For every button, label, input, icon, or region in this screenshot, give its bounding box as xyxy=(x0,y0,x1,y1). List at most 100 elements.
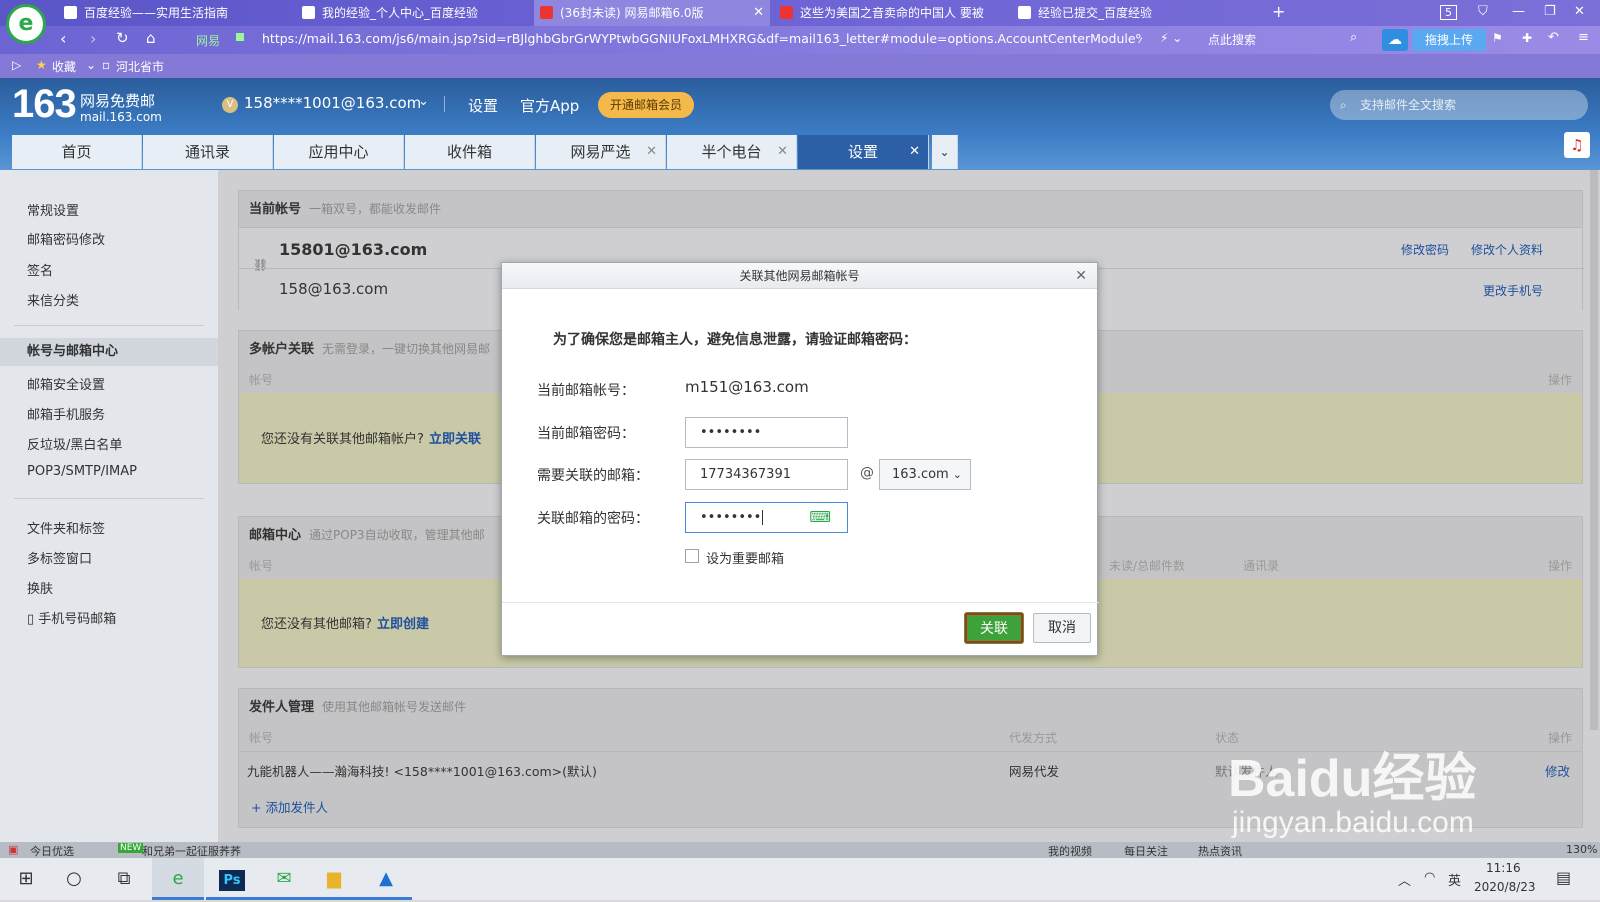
zoom-level[interactable]: 130% xyxy=(1566,843,1597,856)
sidebar-item-filters[interactable]: 来信分类 xyxy=(27,290,79,309)
photos-taskbar-icon[interactable]: ▲ xyxy=(360,858,412,900)
windows-start-icon[interactable]: ⊞ xyxy=(0,858,52,900)
change-password-link[interactable]: 修改密码 xyxy=(1401,241,1449,258)
cloud-icon[interactable]: ☁ xyxy=(1382,29,1408,51)
status-link[interactable]: 我的视频 xyxy=(1048,843,1092,859)
sidebar-item-signature[interactable]: 签名 xyxy=(27,260,53,279)
home-icon[interactable]: ⌂ xyxy=(146,29,156,47)
status-link[interactable]: 每日关注 xyxy=(1124,843,1168,859)
close-icon[interactable]: ✕ xyxy=(1075,263,1087,289)
browser-logo-icon[interactable]: e xyxy=(6,4,46,44)
browser-tab[interactable]: 经验已提交_百度经验 xyxy=(1012,0,1246,26)
chevron-down-icon[interactable]: ⌄ xyxy=(418,94,429,109)
bookmark-favorites[interactable]: 收藏 xyxy=(52,58,76,75)
task-view-icon[interactable]: ⧉ xyxy=(98,858,150,900)
close-icon[interactable]: ✕ xyxy=(646,135,657,169)
tab-home[interactable]: 首页 xyxy=(12,135,142,169)
clock-time[interactable]: 11:16 xyxy=(1486,861,1521,875)
close-tab-icon[interactable]: ✕ xyxy=(753,0,764,26)
flag-icon[interactable]: ⚑ xyxy=(1492,31,1503,45)
forward-icon[interactable]: › xyxy=(90,29,96,48)
sidebar-item-general[interactable]: 常规设置 xyxy=(27,200,79,219)
status-link[interactable]: 热点资讯 xyxy=(1198,843,1242,859)
link-password-input[interactable]: •••••••• ⌨ xyxy=(685,502,848,533)
sidebar-item-skin[interactable]: 换肤 xyxy=(27,578,53,597)
browser-taskbar-icon[interactable]: e xyxy=(152,858,204,900)
sidebar-item-password[interactable]: 邮箱密码修改 xyxy=(27,229,105,248)
sidebar-item-folders[interactable]: 文件夹和标签 xyxy=(27,518,105,537)
link-button[interactable]: 关联 xyxy=(965,613,1023,643)
sidebar-item-spam[interactable]: 反垃圾/黑白名单 xyxy=(27,434,122,453)
keyboard-icon[interactable]: ⌨ xyxy=(809,503,831,532)
tab-count-badge[interactable]: 5 xyxy=(1440,5,1457,20)
close-icon[interactable]: ✕ xyxy=(777,135,788,169)
tab-inbox[interactable]: 收件箱 xyxy=(405,135,535,169)
sidebar-item-account-center[interactable]: 帐号与邮箱中心 xyxy=(0,338,218,366)
back-icon[interactable]: ‹ xyxy=(60,29,66,48)
checkbox-label[interactable]: 设为重要邮箱 xyxy=(706,548,784,567)
search-icon[interactable]: ⌕ xyxy=(1350,30,1357,45)
account-name[interactable]: 158****1001@163.com xyxy=(244,94,421,112)
tab-apps[interactable]: 应用中心 xyxy=(274,135,404,169)
refresh-icon[interactable]: ↻ xyxy=(116,29,129,47)
sidebar-item-security[interactable]: 邮箱安全设置 xyxy=(27,374,105,393)
scrollbar[interactable] xyxy=(1590,170,1598,730)
wifi-icon[interactable]: ◠ xyxy=(1424,870,1435,885)
sidebar-toggle-icon[interactable]: ▷ xyxy=(12,58,21,72)
lightning-icon[interactable]: ⚡ ⌄ xyxy=(1160,31,1182,45)
folder-taskbar-icon[interactable]: ▆ xyxy=(308,858,360,900)
change-phone-link[interactable]: 更改手机号 xyxy=(1483,282,1543,299)
browser-tab[interactable]: 百度经验——实用生活指南 xyxy=(58,0,292,26)
add-sender-link[interactable]: + 添加发件人 xyxy=(251,797,328,816)
status-link[interactable]: 今日优选 xyxy=(30,843,74,859)
skin-icon[interactable]: ⛉ xyxy=(1478,4,1488,19)
photoshop-taskbar-icon[interactable]: Ps xyxy=(206,858,258,900)
chevron-up-icon[interactable]: ︿ xyxy=(1398,870,1411,889)
tab-contacts[interactable]: 通讯录 xyxy=(143,135,273,169)
clock-date[interactable]: 2020/8/23 xyxy=(1474,880,1536,894)
tab-settings[interactable]: 设置 ✕ xyxy=(798,135,929,169)
music-icon[interactable]: ♫ xyxy=(1564,132,1590,158)
url-input[interactable]: https://mail.163.com/js6/main.jsp?sid=rB… xyxy=(262,31,1142,46)
edit-profile-link[interactable]: 修改个人资料 xyxy=(1471,241,1543,258)
link-email-input[interactable]: 17734367391 xyxy=(685,459,848,490)
cancel-button[interactable]: 取消 xyxy=(1033,613,1091,643)
search-circle-icon[interactable]: ○ xyxy=(48,858,100,900)
sidebar-item-pop3[interactable]: POP3/SMTP/IMAP xyxy=(27,464,137,479)
close-window-icon[interactable]: ✕ xyxy=(1574,4,1585,19)
create-now-link[interactable]: 立即创建 xyxy=(377,613,429,632)
current-password-input[interactable]: •••••••• xyxy=(685,417,848,448)
restore-icon[interactable]: ❐ xyxy=(1544,4,1556,19)
close-icon[interactable]: ✕ xyxy=(909,135,920,169)
sidebar-item-phone-mail[interactable]: ▯ 手机号码邮箱 xyxy=(27,608,116,627)
wechat-taskbar-icon[interactable]: ✉ xyxy=(258,858,310,900)
menu-icon[interactable]: ≡ xyxy=(1578,30,1589,45)
search-engine-label[interactable]: 点此搜索 xyxy=(1208,31,1256,48)
bookmark-item[interactable]: 河北省市 xyxy=(116,58,164,75)
domain-select[interactable]: 163.com ⌄ xyxy=(879,459,971,490)
undo-icon[interactable]: ↶ xyxy=(1548,30,1559,45)
mail-search-input[interactable]: ⌕ 支持邮件全文搜索 xyxy=(1330,90,1588,120)
apps-icon[interactable]: ✚ xyxy=(1522,31,1532,45)
sidebar-item-multitab[interactable]: 多标签窗口 xyxy=(27,548,92,567)
chevron-down-icon[interactable]: ⌄ xyxy=(86,58,96,72)
status-link[interactable]: 和兄弟一起征服荞荞 xyxy=(142,843,241,859)
browser-tab[interactable]: 这些为美国之音卖命的中国人 要被 xyxy=(774,0,1008,26)
logo-163[interactable]: 163 xyxy=(12,82,77,127)
more-tabs-button[interactable]: ⌄ xyxy=(932,135,958,169)
upload-button[interactable]: 拖拽上传 xyxy=(1412,29,1486,51)
ime-indicator[interactable]: 英 xyxy=(1448,870,1461,889)
tab-yanxuan[interactable]: 网易严选 ✕ xyxy=(536,135,666,169)
app-link[interactable]: 官方App xyxy=(520,95,579,116)
notification-icon[interactable]: ▤ xyxy=(1556,868,1571,887)
edit-sender-link[interactable]: 修改 xyxy=(1545,752,1570,792)
sidebar-item-phone[interactable]: 邮箱手机服务 xyxy=(27,404,105,423)
minimize-icon[interactable]: — xyxy=(1512,4,1525,19)
link-now-link[interactable]: 立即关联 xyxy=(429,428,481,447)
important-checkbox[interactable] xyxy=(685,549,699,563)
tab-radio[interactable]: 半个电台 ✕ xyxy=(667,135,797,169)
new-tab-icon[interactable]: + xyxy=(1272,2,1285,21)
browser-tab[interactable]: 我的经验_个人中心_百度经验 xyxy=(296,0,530,26)
settings-link[interactable]: 设置 xyxy=(468,95,498,116)
vip-button[interactable]: 开通邮箱会员 xyxy=(598,92,694,118)
